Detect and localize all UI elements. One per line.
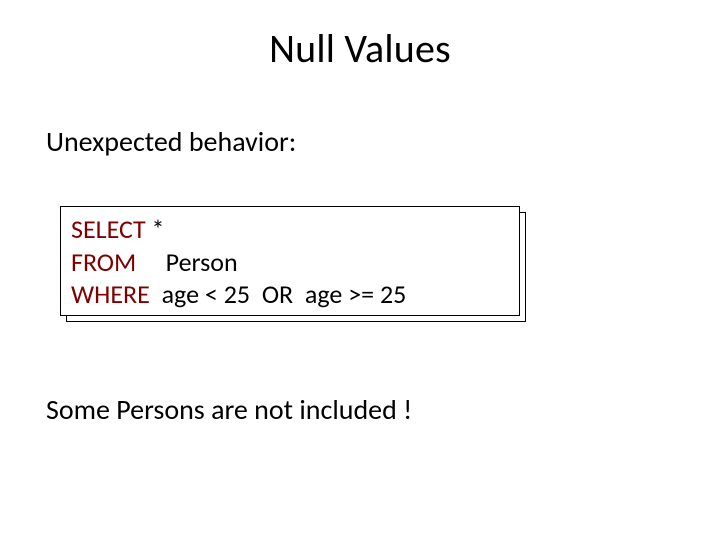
codebox: SELECT * FROM Person WHERE age < 25 OR a… (60, 206, 520, 316)
sql-text-from: Person (136, 246, 237, 278)
sql-codebox: SELECT * FROM Person WHERE age < 25 OR a… (60, 206, 520, 316)
sql-keyword-where: WHERE (71, 278, 150, 310)
sql-keyword-from: FROM (71, 246, 136, 278)
slide-title: Null Values (0, 24, 720, 73)
code-line-2: FROM Person (71, 246, 509, 279)
footer-note: Some Persons are not included ! (46, 392, 412, 427)
sql-text-select: * (146, 213, 165, 245)
subhead-text: Unexpected behavior: (46, 124, 296, 159)
code-line-1: SELECT * (71, 213, 509, 246)
sql-text-where: age < 25 OR age >= 25 (150, 278, 407, 310)
slide: Null Values Unexpected behavior: SELECT … (0, 0, 720, 540)
code-line-3: WHERE age < 25 OR age >= 25 (71, 278, 509, 311)
sql-keyword-select: SELECT (71, 213, 146, 245)
